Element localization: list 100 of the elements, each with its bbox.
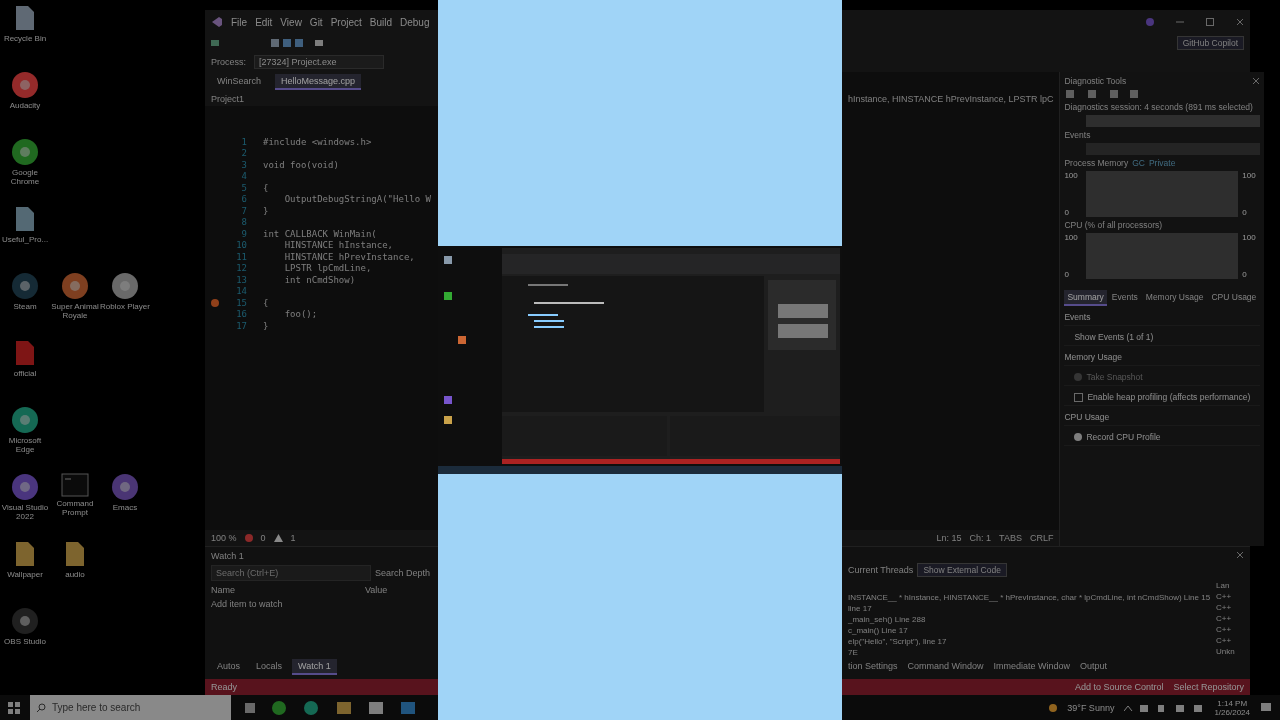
panel-tab[interactable]: Autos [211, 659, 246, 675]
menu-item[interactable]: Debug [400, 16, 430, 28]
status-button[interactable]: Select Repository [1173, 682, 1244, 692]
menu-item[interactable]: File [231, 16, 248, 28]
status-button[interactable]: Add to Source Control [1074, 682, 1164, 692]
language-cell-text: C++ [1216, 625, 1233, 634]
app-icon[interactable] [11, 607, 39, 635]
profile-icon [1146, 18, 1154, 26]
checkbox-label: Enable heap profiling (affects performance) [1087, 392, 1251, 402]
code-line: HINSTANCE hInstance, [283, 240, 394, 251]
menu-item[interactable]: View [280, 16, 302, 28]
language-cell-text: C++ [1216, 636, 1233, 645]
app-icon[interactable] [11, 406, 39, 434]
panel-tab[interactable]: tion Settings [848, 661, 898, 671]
section-title: Process Memory [1064, 158, 1129, 168]
tray-icons-drawing[interactable] [1124, 702, 1205, 713]
axis-label: 0 [1064, 208, 1070, 217]
panel-tab[interactable]: Locals [250, 659, 289, 675]
close-icon[interactable] [1236, 18, 1244, 26]
weather-text[interactable]: 39°F Sunny [1067, 702, 1115, 713]
folder-icon[interactable] [14, 540, 36, 568]
diagnostic-tab[interactable]: Memory Usage [1142, 290, 1207, 306]
menu-item[interactable]: Edit [255, 16, 273, 28]
code-line: foo(); [283, 309, 318, 320]
panel-tab[interactable]: Command Window [907, 661, 984, 671]
axis-label: 100 [1242, 171, 1257, 180]
process-label: Process: [211, 57, 246, 67]
start-icon[interactable] [8, 701, 20, 714]
app-icon[interactable] [11, 473, 39, 501]
show-events-link[interactable]: Show Events (1 of 1) [1074, 332, 1154, 342]
document-tab[interactable]: WinSearch [211, 74, 267, 90]
action-link[interactable]: Record CPU Profile [1086, 432, 1161, 442]
icon-label: Emacs [112, 503, 138, 513]
icon-label: Command Prompt [55, 499, 95, 518]
legend-item: GC [1132, 158, 1145, 168]
line-number: 1 [240, 136, 247, 147]
clock-date[interactable]: 1/26/2024 [1214, 707, 1250, 717]
clock-time[interactable]: 1:14 PM [1217, 698, 1248, 708]
scope-dropdown[interactable]: Project1 [211, 94, 245, 104]
threads-button[interactable]: Current Threads [848, 565, 914, 575]
panel-tab[interactable]: Watch 1 [292, 659, 337, 675]
search-field[interactable]: Search (Ctrl+E) [211, 565, 371, 581]
call-stack-row[interactable]: _main_seh() Line 288 [848, 615, 1211, 624]
icon-label: Steam [13, 302, 37, 312]
weather-icon [1049, 703, 1058, 712]
call-stack-row[interactable]: 7E [848, 648, 1211, 657]
language-cell-text: C++ [1216, 592, 1233, 601]
menu-item[interactable]: Build [369, 16, 392, 28]
line-number: 4 [240, 171, 247, 182]
call-stack-row[interactable]: line 17 [848, 604, 1211, 613]
call-stack-row[interactable]: c_main() Line 17 [848, 626, 1211, 635]
code-line: #include <windows.h> [263, 136, 372, 147]
app-icon[interactable] [11, 71, 39, 99]
app-icon[interactable] [11, 138, 39, 166]
line-number: 7 [240, 205, 247, 216]
app-icon[interactable] [61, 272, 89, 300]
panel-tab[interactable]: Immediate Window [993, 661, 1071, 671]
code-line: int CALLBACK WinMain( [263, 228, 377, 239]
notification-icon[interactable] [1260, 701, 1272, 714]
document-tab[interactable]: HelloMessage.cpp [275, 74, 362, 90]
member-breadcrumb[interactable]: hInstance, HINSTANCE hPrevInstance, LPSTR lpC [848, 94, 1054, 104]
line-number: 17 [235, 320, 247, 331]
code-line: { [263, 297, 269, 308]
file-icon[interactable] [14, 205, 36, 233]
maximize-icon[interactable] [1206, 18, 1214, 26]
show-external-code-button[interactable]: Show External Code [917, 563, 1007, 577]
menu-item[interactable]: Project [330, 16, 362, 28]
zoom-level[interactable]: 100 % [211, 533, 237, 543]
section-title: CPU (% of all processors) [1064, 220, 1164, 230]
folder-icon[interactable] [64, 540, 86, 568]
language-cell-text: Unkn [1216, 647, 1236, 656]
diagnostic-tab[interactable]: Events [1108, 290, 1141, 306]
line-number: 16 [235, 309, 247, 320]
warning-icon [273, 534, 283, 542]
code-line: int nCmdShow) [283, 274, 356, 285]
checkbox[interactable] [1074, 392, 1084, 402]
process-dropdown[interactable]: [27324] Project.exe [254, 55, 384, 69]
app-icon[interactable] [111, 272, 139, 300]
language-cell-text: C++ [1216, 603, 1233, 612]
icon-label: official [13, 369, 37, 379]
section-heading: Memory Usage [1064, 352, 1123, 362]
copilot-button[interactable]: GitHub Copilot [1176, 36, 1244, 50]
call-stack-row[interactable]: INSTANCE__ * hInstance, HINSTANCE__ * hPrevInstance, char * lpCmdLine, int nCmdShow) Line 15 [848, 593, 1211, 602]
diagnostic-tab[interactable]: CPU Usage [1208, 290, 1260, 306]
column-header: Name [211, 585, 236, 595]
call-stack-row[interactable]: elp("Hello", "Script"), line 17 [848, 637, 1211, 646]
panel-tab[interactable]: Output [1080, 661, 1108, 671]
code-line: } [263, 320, 269, 331]
close-icon[interactable] [1252, 77, 1261, 85]
line-number: 3 [240, 159, 247, 170]
app-icon[interactable] [11, 272, 39, 300]
file-icon[interactable] [14, 339, 36, 367]
diagnostic-tab[interactable]: Summary [1064, 290, 1107, 306]
watch-row[interactable]: Add item to watch [211, 599, 432, 609]
close-icon[interactable] [1236, 551, 1244, 559]
menu-item[interactable]: Git [309, 16, 323, 28]
taskbar-search-field[interactable]: Type here to search [29, 695, 231, 720]
icon-label: Recycle Bin [3, 34, 47, 44]
app-icon[interactable] [111, 473, 139, 501]
status-item: TABS [999, 533, 1022, 543]
